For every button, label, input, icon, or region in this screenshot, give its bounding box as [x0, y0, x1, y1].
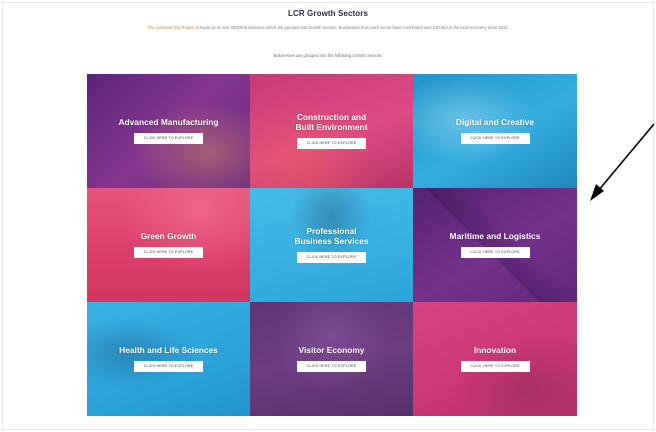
- sector-label: Health and Life Sciences: [119, 344, 218, 355]
- explore-button[interactable]: CLICK HERE TO EXPLORE: [134, 247, 203, 259]
- page-title: LCR Growth Sectors: [287, 9, 369, 18]
- explore-button[interactable]: CLICK HERE TO EXPLORE: [134, 361, 203, 373]
- intro-region-link[interactable]: The Liverpool City Region: [147, 25, 194, 30]
- explore-button[interactable]: CLICK HERE TO EXPLORE: [297, 361, 366, 373]
- arrow-head: [590, 184, 604, 201]
- sector-tile-professional-services[interactable]: Professional Business Services CLICK HER…: [250, 188, 413, 302]
- sector-grid: Advanced Manufacturing CLICK HERE TO EXP…: [87, 74, 577, 416]
- sector-tile-visitor-economy[interactable]: Visitor Economy CLICK HERE TO EXPLORE: [250, 302, 413, 416]
- sector-tile-maritime-logistics[interactable]: Maritime and Logistics CLICK HERE TO EXP…: [413, 188, 577, 302]
- sector-label: Maritime and Logistics: [449, 230, 541, 241]
- color-overlay: [87, 74, 250, 188]
- sector-label: Construction and Built Environment: [295, 112, 368, 132]
- explore-button[interactable]: CLICK HERE TO EXPLORE: [297, 138, 366, 149]
- sector-tile-advanced-manufacturing[interactable]: Advanced Manufacturing CLICK HERE TO EXP…: [87, 74, 250, 188]
- explore-button[interactable]: CLICK HERE TO EXPLORE: [134, 133, 203, 145]
- sector-tile-construction[interactable]: Construction and Built Environment CLICK…: [250, 74, 413, 188]
- sector-tile-green-growth[interactable]: Green Growth CLICK HERE TO EXPLORE: [87, 188, 250, 302]
- sector-label: Green Growth: [140, 230, 197, 241]
- page: LCR Growth Sectors The Liverpool City Re…: [0, 0, 656, 432]
- sector-label: Visitor Economy: [298, 344, 365, 355]
- sector-tile-digital-creative[interactable]: Digital and Creative CLICK HERE TO EXPLO…: [413, 74, 577, 188]
- sector-label: Professional Business Services: [294, 226, 369, 246]
- color-overlay: [250, 302, 413, 416]
- intro-paragraph: The Liverpool City Region is made up of …: [88, 24, 568, 32]
- explore-button[interactable]: CLICK HERE TO EXPLORE: [460, 247, 530, 259]
- sector-label: Digital and Creative: [455, 116, 535, 127]
- sector-tile-health-life-sciences[interactable]: Health and Life Sciences CLICK HERE TO E…: [87, 302, 250, 416]
- color-overlay: [413, 188, 577, 302]
- color-overlay: [413, 74, 577, 188]
- intro-text: is made up of over 45,000 businesses whi…: [194, 25, 509, 30]
- sectors-subline: Businesses are grouped into the followin…: [273, 53, 383, 58]
- sector-tile-innovation[interactable]: Innovation CLICK HERE TO EXPLORE: [413, 302, 577, 416]
- explore-button[interactable]: CLICK HERE TO EXPLORE: [460, 361, 530, 373]
- explore-button[interactable]: CLICK HERE TO EXPLORE: [297, 252, 366, 263]
- explore-button[interactable]: CLICK HERE TO EXPLORE: [460, 133, 530, 145]
- color-overlay: [87, 188, 250, 302]
- sector-label: Advanced Manufacturing: [118, 116, 219, 127]
- sector-label: Innovation: [473, 344, 517, 355]
- color-overlay: [413, 302, 577, 416]
- color-overlay: [87, 302, 250, 416]
- arrow-shaft: [597, 123, 655, 192]
